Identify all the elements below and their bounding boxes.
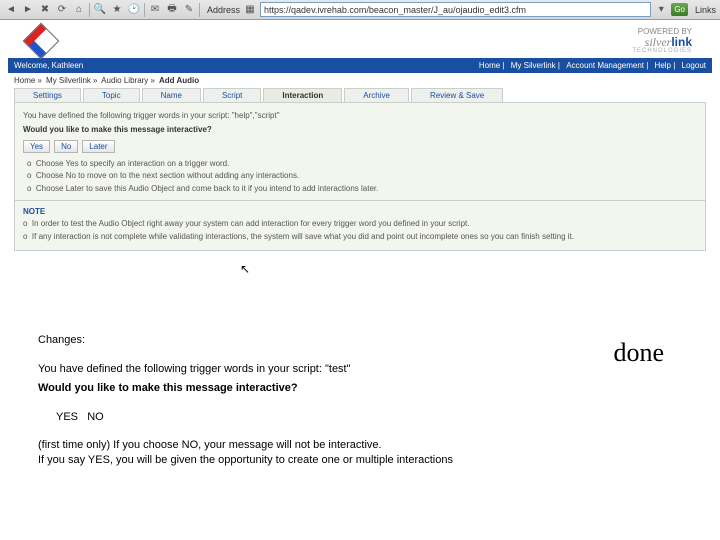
tab-review-save[interactable]: Review & Save [411, 88, 503, 102]
browser-toolbar: ◄ ► ✖ ⟳ ⌂ 🔍 ★ 🕑 ✉ 🖶 ✎ Address ▦ https://… [0, 0, 720, 20]
nav-home[interactable]: Home [479, 61, 500, 70]
stop-icon[interactable]: ✖ [38, 3, 52, 17]
logo-icon [23, 23, 60, 60]
changes-block: Changes: You have defined the following … [38, 333, 468, 468]
changes-yes-no: YES NO [56, 410, 468, 425]
brand-sub: TECHNOLOGIES [632, 48, 692, 54]
welcome-text: Welcome, Kathleen [14, 61, 83, 70]
tab-strip: Settings Topic Name Script Interaction A… [8, 88, 712, 102]
brand-bold: link [671, 35, 692, 49]
refresh-icon[interactable]: ⟳ [55, 3, 69, 17]
tab-archive[interactable]: Archive [344, 88, 409, 102]
dropdown-icon[interactable]: ▾ [654, 3, 668, 17]
history-icon[interactable]: 🕑 [127, 3, 141, 17]
nav-bar: Welcome, Kathleen Home | My Silverlink |… [8, 58, 712, 73]
note-label: NOTE [23, 207, 45, 216]
crumb-current: Add Audio [159, 76, 199, 85]
address-url: https://qadev.ivrehab.com/beacon_master/… [264, 5, 526, 15]
changes-no: NO [87, 411, 104, 423]
address-field[interactable]: https://qadev.ivrehab.com/beacon_master/… [260, 2, 651, 17]
cursor-icon: ↖ [240, 262, 250, 276]
crumb-home[interactable]: Home [14, 76, 35, 85]
tab-interaction[interactable]: Interaction [263, 88, 342, 102]
go-button[interactable]: Go [671, 3, 688, 16]
changes-yes: YES [56, 411, 78, 423]
page-icon: ▦ [243, 3, 257, 17]
bullet-no: o Choose No to move on to the next secti… [27, 171, 697, 181]
crumb-audio-library[interactable]: Audio Library [101, 76, 148, 85]
powered-by: POWERED BY silverlink TECHNOLOGIES [632, 28, 692, 54]
changes-header: Changes: [38, 333, 468, 348]
tab-settings[interactable]: Settings [14, 88, 81, 102]
tab-name[interactable]: Name [142, 88, 201, 102]
tab-topic[interactable]: Topic [83, 88, 140, 102]
done-label: done [613, 338, 664, 368]
nav-account[interactable]: Account Management [566, 61, 644, 70]
bullet-later: o Choose Later to save this Audio Object… [27, 184, 697, 194]
page-header: POWERED BY silverlink TECHNOLOGIES [8, 20, 712, 58]
later-button[interactable]: Later [82, 140, 114, 153]
brand-italic: silver [645, 35, 672, 49]
panel-defined-line: You have defined the following trigger w… [23, 111, 697, 121]
links-label[interactable]: Links [695, 5, 716, 15]
interaction-panel: You have defined the following trigger w… [14, 102, 706, 251]
forward-icon[interactable]: ► [21, 3, 35, 17]
crumb-mysilverlink[interactable]: My Silverlink [46, 76, 91, 85]
mail-icon[interactable]: ✉ [148, 3, 162, 17]
nav-logout[interactable]: Logout [682, 61, 706, 70]
breadcrumb: Home» My Silverlink» Audio Library» Add … [8, 73, 712, 88]
changes-line-2: Would you like to make this message inte… [38, 382, 298, 394]
favorites-icon[interactable]: ★ [110, 3, 124, 17]
nav-help[interactable]: Help [655, 61, 671, 70]
panel-question: Would you like to make this message inte… [23, 125, 212, 134]
button-row: Yes No Later [23, 140, 697, 153]
bullet-yes: o Choose Yes to specify an interaction o… [27, 159, 697, 169]
nav-mysilverlink[interactable]: My Silverlink [511, 61, 556, 70]
bullet-list: o Choose Yes to specify an interaction o… [23, 159, 697, 194]
separator [199, 3, 200, 17]
nav-links: Home | My Silverlink | Account Managemen… [475, 61, 706, 70]
print-icon[interactable]: 🖶 [165, 3, 179, 17]
home-icon[interactable]: ⌂ [72, 3, 86, 17]
search-icon[interactable]: 🔍 [93, 3, 107, 17]
note-line-1: o In order to test the Audio Object righ… [23, 219, 697, 229]
edit-icon[interactable]: ✎ [182, 3, 196, 17]
changes-line-3: (first time only) If you choose NO, your… [38, 438, 468, 453]
address-label: Address [207, 5, 240, 15]
yes-button[interactable]: Yes [23, 140, 50, 153]
changes-line-1: You have defined the following trigger w… [38, 362, 468, 377]
note-line-2: o If any interaction is not complete whi… [23, 232, 697, 242]
changes-line-4: If you say YES, you will be given the op… [38, 453, 468, 468]
back-icon[interactable]: ◄ [4, 3, 18, 17]
no-button[interactable]: No [54, 140, 78, 153]
panel-divider [15, 200, 705, 201]
separator [144, 3, 145, 17]
separator [89, 3, 90, 17]
tab-script[interactable]: Script [203, 88, 261, 102]
document-area: POWERED BY silverlink TECHNOLOGIES Welco… [0, 20, 720, 259]
